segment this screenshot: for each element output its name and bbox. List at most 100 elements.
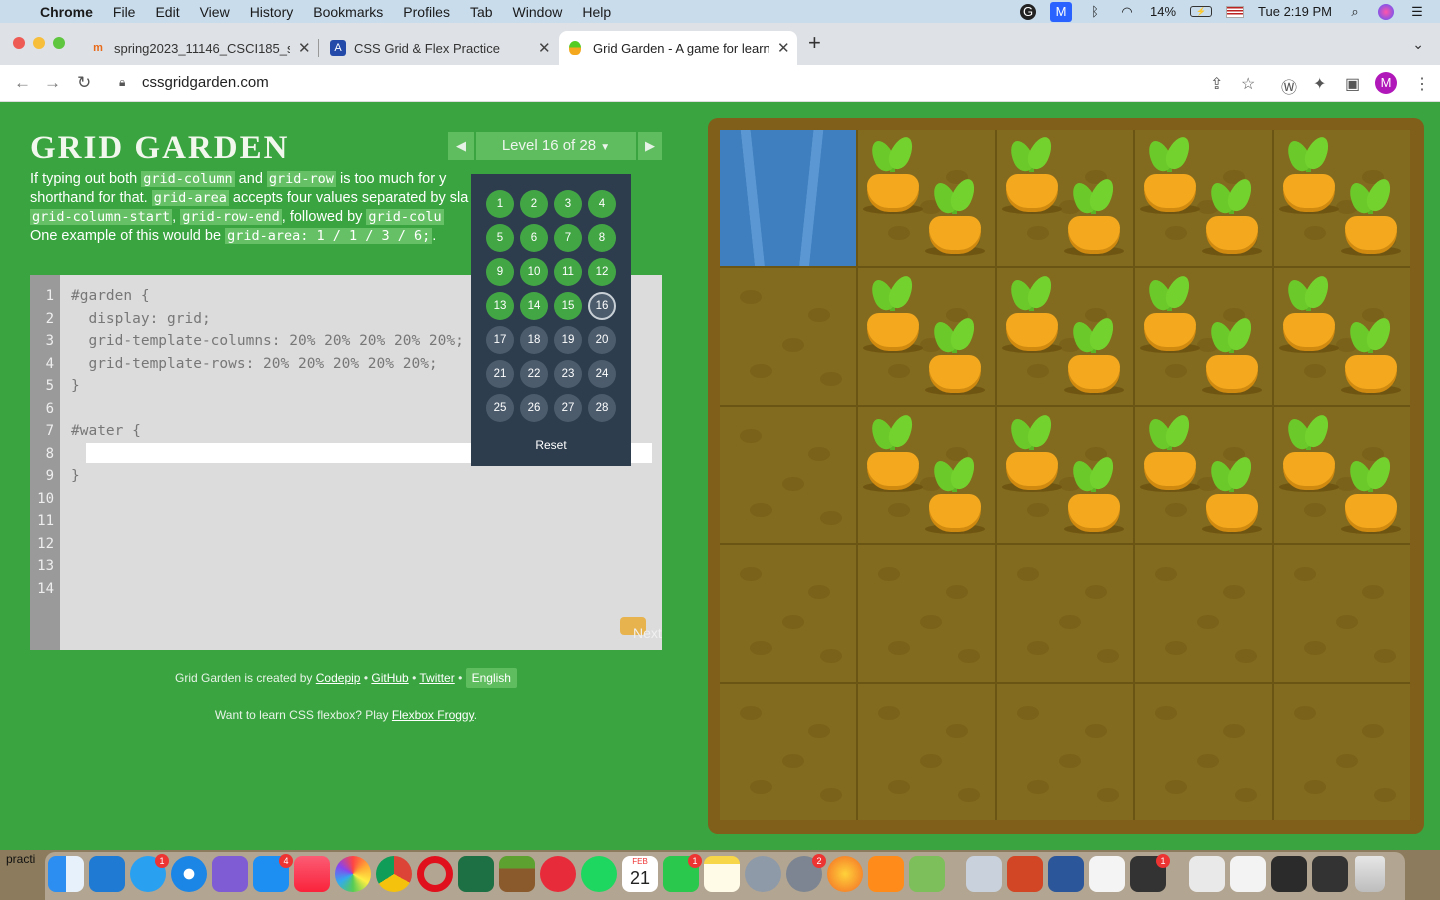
level-button-22[interactable]: 22 <box>520 360 548 388</box>
level-button-14[interactable]: 14 <box>520 292 548 320</box>
close-tab-icon[interactable]: ✕ <box>298 39 311 57</box>
level-button-7[interactable]: 7 <box>554 224 582 252</box>
menu-profiles[interactable]: Profiles <box>403 4 450 20</box>
downloads-stack-icon[interactable] <box>1189 856 1225 892</box>
battery-icon[interactable]: ⚡ <box>1190 6 1213 17</box>
mail-icon[interactable] <box>540 856 576 892</box>
level-button-8[interactable]: 8 <box>588 224 616 252</box>
forward-arrow-icon[interactable]: → <box>44 73 61 93</box>
level-button-2[interactable]: 2 <box>520 190 548 218</box>
codepip-link[interactable]: Codepip <box>316 671 361 685</box>
lock-icon[interactable]: 🔒︎ <box>119 75 125 90</box>
level-button-6[interactable]: 6 <box>520 224 548 252</box>
menu-history[interactable]: History <box>250 4 294 20</box>
close-tab-icon[interactable]: ✕ <box>777 39 790 57</box>
address-bar[interactable]: cssgridgarden.com <box>142 74 269 91</box>
level-button-9[interactable]: 9 <box>486 258 514 286</box>
level-button-18[interactable]: 18 <box>520 326 548 354</box>
level-button-11[interactable]: 11 <box>554 258 582 286</box>
calendar-icon[interactable]: FEB 21 <box>622 856 658 892</box>
us-flag-icon[interactable] <box>1226 5 1245 18</box>
desktop-file-label[interactable]: practi <box>6 852 35 866</box>
viber-icon[interactable] <box>212 856 248 892</box>
maximize-window-button[interactable] <box>53 37 65 49</box>
level-button-3[interactable]: 3 <box>554 190 582 218</box>
level-button-23[interactable]: 23 <box>554 360 582 388</box>
level-button-25[interactable]: 25 <box>486 394 514 422</box>
profile-avatar[interactable]: M <box>1375 72 1397 94</box>
grammarly-icon[interactable]: G <box>1020 3 1037 20</box>
share-icon[interactable]: ⇪ <box>1210 74 1223 94</box>
trash-icon[interactable] <box>1355 856 1385 892</box>
spotlight-search-icon[interactable]: ⌕ <box>1346 4 1364 20</box>
preview-icon[interactable] <box>966 856 1002 892</box>
level-button-24[interactable]: 24 <box>588 360 616 388</box>
close-window-button[interactable] <box>13 37 25 49</box>
tab-canvas[interactable]: m spring2023_11146_CSCI185_sv ✕ <box>80 31 318 65</box>
extensions-puzzle-icon[interactable]: ✦ <box>1313 74 1326 94</box>
cactus-app-icon[interactable] <box>909 856 945 892</box>
level-button-28[interactable]: 28 <box>588 394 616 422</box>
level-button-20[interactable]: 20 <box>588 326 616 354</box>
level-button-10[interactable]: 10 <box>520 258 548 286</box>
spotify-icon[interactable] <box>581 856 617 892</box>
powerpoint-icon[interactable] <box>1007 856 1043 892</box>
books-icon[interactable] <box>868 856 904 892</box>
chrome-icon[interactable] <box>376 856 412 892</box>
close-tab-icon[interactable]: ✕ <box>538 39 551 57</box>
opera-icon[interactable] <box>417 856 453 892</box>
level-selector[interactable]: Level 16 of 28 ▼ <box>476 132 636 160</box>
level-button-5[interactable]: 5 <box>486 224 514 252</box>
chrome-menu-icon[interactable]: ⋮ <box>1414 74 1430 94</box>
level-button-19[interactable]: 19 <box>554 326 582 354</box>
documents-stack-icon[interactable] <box>1230 856 1266 892</box>
photos-icon[interactable] <box>335 856 371 892</box>
level-button-15[interactable]: 15 <box>554 292 582 320</box>
twitter-link[interactable]: Twitter <box>419 671 454 685</box>
safari-icon[interactable] <box>171 856 207 892</box>
github-link[interactable]: GitHub <box>371 671 408 685</box>
level-button-13[interactable]: 13 <box>486 292 514 320</box>
textedit-icon[interactable] <box>1089 856 1125 892</box>
level-button-12[interactable]: 12 <box>588 258 616 286</box>
side-panel-icon[interactable]: ▣ <box>1345 74 1360 94</box>
firefox-icon[interactable] <box>827 856 863 892</box>
siri-icon[interactable] <box>1378 3 1394 20</box>
wifi-icon[interactable]: ◠ <box>1118 4 1136 20</box>
back-arrow-icon[interactable]: ← <box>14 73 31 93</box>
screenshot-stack-icon[interactable] <box>1271 856 1307 892</box>
menu-help[interactable]: Help <box>582 4 611 20</box>
level-button-27[interactable]: 27 <box>554 394 582 422</box>
level-button-4[interactable]: 4 <box>588 190 616 218</box>
finder-icon[interactable] <box>48 856 84 892</box>
reload-icon[interactable]: ↻ <box>77 73 91 93</box>
vscode-icon[interactable] <box>89 856 125 892</box>
menu-bookmarks[interactable]: Bookmarks <box>313 4 383 20</box>
language-selector[interactable]: English <box>465 668 517 688</box>
level-button-21[interactable]: 21 <box>486 360 514 388</box>
music-icon[interactable] <box>294 856 330 892</box>
tab-search-chevron-icon[interactable]: ⌄ <box>1412 36 1424 53</box>
level-button-16[interactable]: 16 <box>588 292 616 320</box>
next-level-button[interactable]: ▶ <box>638 132 662 160</box>
previous-level-button[interactable]: ◀ <box>448 132 474 160</box>
launchpad-icon[interactable] <box>745 856 781 892</box>
minecraft-icon[interactable] <box>499 856 535 892</box>
menu-view[interactable]: View <box>200 4 230 20</box>
menu-window[interactable]: Window <box>513 4 563 20</box>
word-icon[interactable] <box>1048 856 1084 892</box>
menu-edit[interactable]: Edit <box>155 4 179 20</box>
reset-button[interactable]: Reset <box>471 438 631 452</box>
malwarebytes-icon[interactable]: M <box>1050 1 1073 22</box>
excel-icon[interactable] <box>458 856 494 892</box>
bluetooth-icon[interactable]: ᛒ <box>1086 4 1104 20</box>
wordpress-extension-icon[interactable]: Ⓦ <box>1281 74 1297 98</box>
minimize-window-button[interactable] <box>33 37 45 49</box>
screenshot-stack-icon[interactable] <box>1312 856 1348 892</box>
menu-tab[interactable]: Tab <box>470 4 493 20</box>
level-button-1[interactable]: 1 <box>486 190 514 218</box>
tab-css-practice[interactable]: A CSS Grid & Flex Practice ✕ <box>320 31 558 65</box>
notes-icon[interactable] <box>704 856 740 892</box>
level-button-17[interactable]: 17 <box>486 326 514 354</box>
menu-app-name[interactable]: Chrome <box>40 4 93 20</box>
